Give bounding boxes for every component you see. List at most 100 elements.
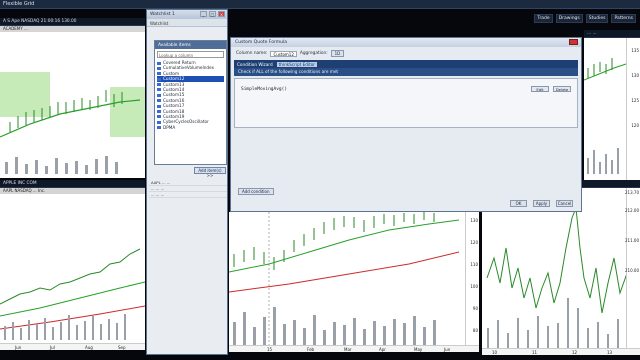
dialog-footer: OK Apply Cancel [510, 200, 573, 207]
time-tick: Apr [379, 347, 386, 352]
lookup-input[interactable]: Lookup a column [157, 51, 224, 58]
tab-thinkscript-editor[interactable]: thinkScript Editor [276, 61, 318, 67]
editor-tabs: Condition Wizard thinkScript Editor [234, 60, 578, 68]
studies-button[interactable]: Studies [585, 14, 609, 23]
available-items-header: Available items [155, 41, 226, 49]
column-icon [157, 110, 161, 114]
price-axis: 213.70 212.00 211.00 210.00 [625, 188, 640, 355]
condition-check-text: Check if ALL of the following conditions… [238, 69, 339, 74]
drawings-button[interactable]: Drawings [555, 14, 583, 23]
price-tick: 80 [472, 328, 478, 333]
time-tick: Sep [118, 345, 126, 350]
table-row[interactable]: ... ... ... [149, 192, 227, 198]
dialog-title: Custom Quote Formula [231, 38, 581, 47]
condition-actions: Edit Delete [531, 86, 571, 92]
column-name-input[interactable]: Custom12 [270, 50, 297, 57]
chart-panel-top-left[interactable]: A S Ape NASDAQ 21:00:16 130.00 ACADEMY .… [0, 18, 145, 178]
price-tick: 212.00 [625, 208, 639, 213]
price-tick: 120 [631, 123, 639, 128]
column-icon [157, 115, 161, 119]
column-icon [157, 61, 161, 65]
watchlist-rows: AAPL ... ... ... ... ... ... ... ... [149, 180, 227, 198]
column-icon [157, 66, 161, 70]
column-icon [157, 77, 161, 81]
aggregation-select[interactable]: 1D [330, 50, 345, 57]
chart-panel-top-right[interactable]: ... ... 135 130 125 120 [584, 30, 640, 180]
watchlist-window[interactable]: Watchlist 1 _ □ × Watchlist Available it… [146, 9, 228, 355]
time-axis: 10 11 12 13 [482, 348, 640, 355]
column-icon [157, 83, 161, 87]
window-controls: _ □ × [200, 11, 225, 17]
delete-button[interactable]: Delete [553, 86, 571, 92]
time-tick: May [414, 347, 423, 352]
patterns-button[interactable]: Patterns [611, 14, 636, 23]
time-tick: Jun [15, 345, 22, 350]
close-button[interactable]: × [218, 11, 225, 17]
price-axis: 130 120 110 100 90 80 [465, 212, 479, 352]
chart-toolbar: Trade Drawings Studies Patterns [534, 14, 636, 23]
available-items-panel: Available items Lookup a column Covered … [154, 40, 227, 165]
maximize-button[interactable]: □ [209, 11, 216, 17]
app-title: Flexible Grid [3, 1, 35, 7]
aggregation-label: Aggregation: [299, 51, 328, 56]
condition-editor[interactable]: SimpleMovingAvg() Edit Delete [234, 78, 578, 128]
chart-header: APPLE INC COM [0, 180, 145, 188]
time-tick: Aug [85, 345, 93, 350]
minimize-button[interactable]: _ [200, 11, 207, 17]
tab-watchlist[interactable]: Watchlist [147, 19, 227, 27]
column-icon [157, 72, 161, 76]
chart-header: A S Ape NASDAQ 21:00:16 130.00 [0, 18, 145, 26]
column-icon [157, 126, 161, 130]
time-axis: Jun Jul Aug Sep [0, 343, 145, 350]
price-tick: 211.00 [625, 238, 639, 243]
list-item[interactable]: DPMA [157, 125, 224, 130]
price-tick: 100 [470, 284, 478, 289]
custom-quote-formula-dialog[interactable]: Custom Quote Formula Column name: Custom… [230, 37, 582, 212]
column-icon [157, 120, 161, 124]
time-tick: Jul [50, 345, 55, 350]
price-tick: 125 [631, 98, 639, 103]
ok-button[interactable]: OK [510, 200, 527, 207]
price-tick: 110 [470, 262, 478, 267]
formula-code[interactable]: SimpleMovingAvg() [241, 87, 287, 92]
cancel-button[interactable]: Cancel [556, 200, 573, 207]
chart-header: ... ... [584, 30, 640, 38]
price-axis: 135 130 125 120 [626, 38, 640, 180]
time-tick: Feb [307, 347, 315, 352]
trade-button[interactable]: Trade [534, 14, 553, 23]
time-tick: 15 [267, 347, 273, 352]
chart-panel-bottom-center[interactable]: 130 120 110 100 90 80 15 Feb Mar Apr May… [229, 212, 479, 352]
price-tick: 130 [470, 218, 478, 223]
time-tick: 11 [532, 350, 538, 355]
condition-check-row: Check if ALL of the following conditions… [234, 68, 578, 76]
app-title-bar: Flexible Grid [0, 0, 640, 9]
time-tick: Jun [444, 347, 451, 352]
price-chart[interactable] [482, 188, 640, 355]
price-chart[interactable] [229, 212, 479, 352]
time-tick: 12 [572, 350, 578, 355]
column-icon [157, 88, 161, 92]
price-tick: 90 [472, 306, 478, 311]
time-axis: 15 Feb Mar Apr May Jun [229, 345, 479, 352]
column-icon [157, 99, 161, 103]
add-condition-button[interactable]: Add condition [238, 188, 274, 195]
price-tick: 120 [470, 240, 478, 245]
time-tick: Mar [344, 347, 352, 352]
edit-button[interactable]: Edit [531, 86, 549, 92]
tab-condition-wizard[interactable]: Condition Wizard [237, 62, 273, 67]
price-chart[interactable] [0, 194, 145, 350]
column-icon [157, 104, 161, 108]
apply-button[interactable]: Apply [533, 200, 550, 207]
price-tick: 135 [631, 48, 639, 53]
price-tick: 213.70 [625, 190, 639, 195]
time-tick: 10 [492, 350, 498, 355]
column-settings-row: Column name: Custom12 Aggregation: 1D [236, 50, 345, 57]
available-items-list: Covered Return CumulativeVolumeIndex Cus… [155, 60, 226, 130]
price-chart[interactable] [0, 32, 145, 178]
close-icon[interactable] [569, 39, 578, 45]
add-items-button[interactable]: Add item(s) >> [194, 167, 226, 178]
price-tick: 210.00 [625, 268, 639, 273]
price-tick: 130 [631, 73, 639, 78]
column-name-label: Column name: [236, 51, 268, 56]
chart-panel-bottom-left[interactable]: APPLE INC COM AAPL NASDAQ ... Inc. Jun J… [0, 180, 145, 350]
